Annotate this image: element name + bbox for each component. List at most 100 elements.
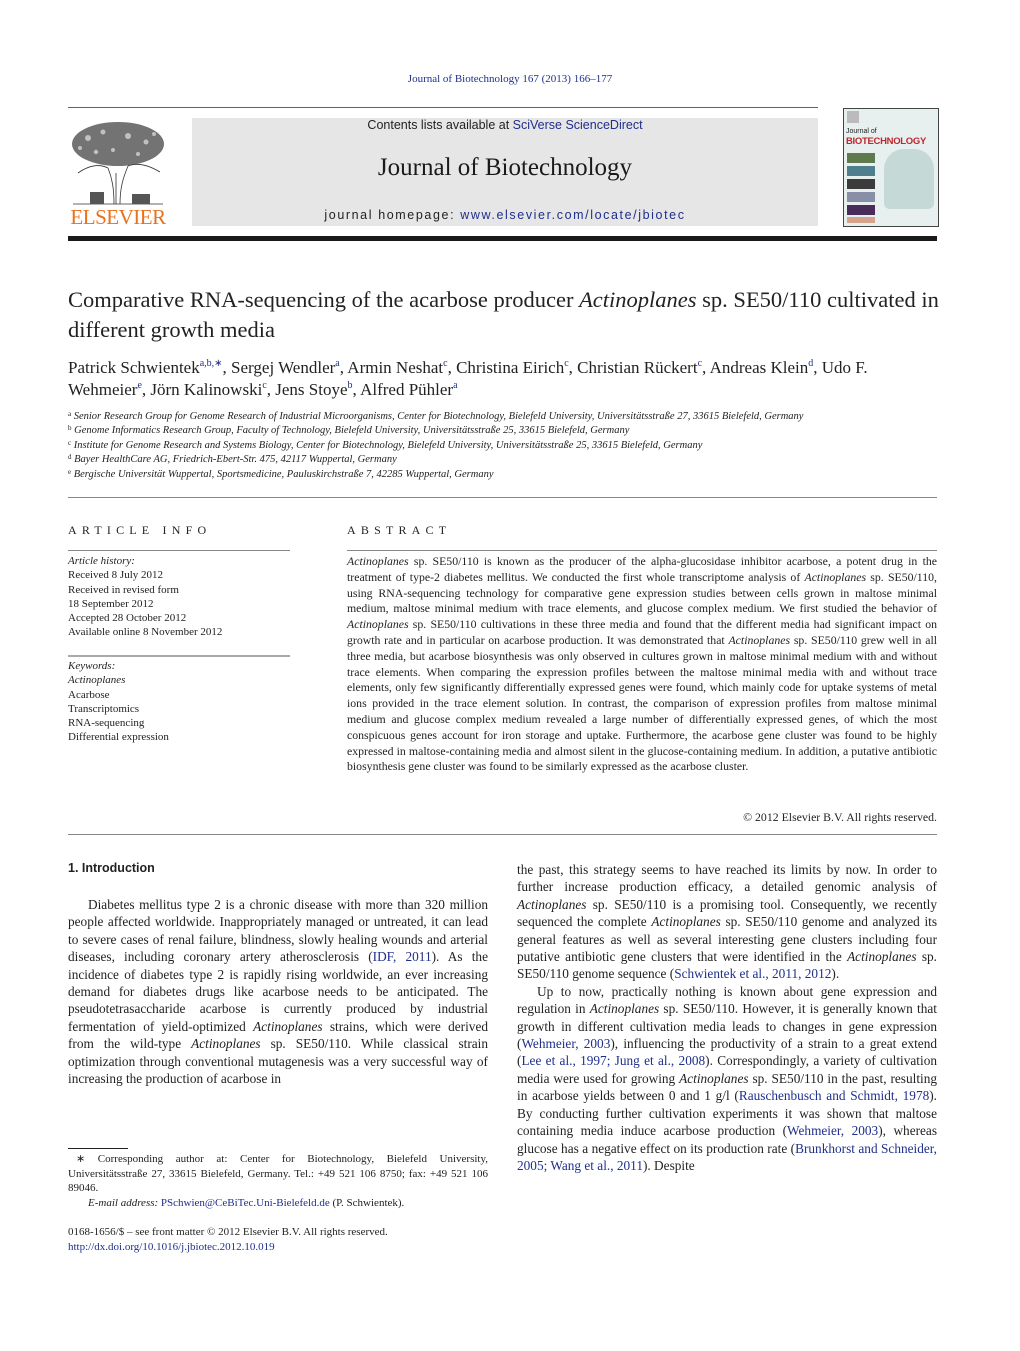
email-label: E-mail address: — [88, 1196, 161, 1209]
header-rule — [68, 236, 937, 241]
affiliation: c Institute for Genome Research and Syst… — [68, 439, 948, 453]
author-name: Patrick Schwientek — [68, 358, 200, 377]
footnote-rule — [68, 1148, 128, 1149]
top-rule — [68, 107, 818, 108]
paragraph: Diabetes mellitus type 2 is a chronic di… — [68, 896, 488, 1087]
history-label: Article history: — [68, 555, 135, 567]
issn-block: 0168-1656/$ – see front matter © 2012 El… — [68, 1225, 488, 1254]
author-name: Christian Rückert — [577, 358, 698, 377]
cover-image-strip — [847, 217, 875, 223]
italic-term: Actinoplanes — [347, 554, 409, 568]
footnote: ∗ Corresponding author at: Center for Bi… — [68, 1152, 488, 1210]
citation-link[interactable]: Schwientek et al., 2011, 2012 — [674, 966, 831, 981]
author-name: Jörn Kalinowski — [150, 380, 263, 399]
history-item: Available online 8 November 2012 — [68, 626, 223, 639]
author-separator: , — [352, 380, 361, 399]
corresponding-author-note: ∗ Corresponding author at: Center for Bi… — [68, 1153, 488, 1194]
affiliation-list: a Senior Research Group for Genome Resea… — [68, 410, 948, 482]
homepage-link[interactable]: www.elsevier.com/locate/jbiotec — [460, 208, 685, 222]
affiliation: d Bayer HealthCare AG, Friedrich-Ebert-S… — [68, 453, 948, 467]
cover-image-strip — [847, 179, 875, 189]
author-list: Patrick Schwienteka,b,∗, Sergej Wendler a… — [68, 357, 948, 401]
keyword: Actinoplanes — [68, 674, 126, 687]
author-separator: , — [222, 358, 232, 377]
cover-image-strip — [847, 192, 875, 202]
author-name: Jens Stoye — [275, 380, 348, 399]
affiliation: a Senior Research Group for Genome Resea… — [68, 410, 948, 424]
text-run: ). — [831, 966, 840, 982]
citation-link[interactable]: Rauschenbusch and Schmidt, 1978 — [739, 1088, 929, 1103]
article-history: Article history: Received 8 July 2012 Rec… — [68, 554, 298, 640]
cover-image-strip — [847, 153, 875, 163]
affiliation-text: Bergische Universität Wuppertal, Sportsm… — [71, 468, 494, 480]
italic-term: Actinoplanes — [679, 1070, 749, 1086]
affiliation-text: Senior Research Group for Genome Researc… — [71, 411, 804, 422]
affiliation-text: Institute for Genome Research and System… — [71, 439, 703, 451]
sciencedirect-link[interactable]: SciVerse ScienceDirect — [513, 118, 643, 132]
history-list: Received 8 July 2012 Received in revised … — [68, 568, 298, 639]
divider — [68, 834, 937, 835]
keyword: Acarbose — [68, 688, 110, 701]
citation-link[interactable]: Lee et al., 1997; Jung et al., 2008 — [521, 1053, 705, 1068]
keyword: Differential expression — [68, 731, 169, 744]
affiliation: b Genome Informatics Research Group, Fac… — [68, 424, 948, 438]
running-head[interactable]: Journal of Biotechnology 167 (2013) 166–… — [0, 73, 1020, 85]
divider — [68, 655, 290, 657]
divider — [68, 497, 937, 498]
email-line: E-mail address: PSchwien@CeBiTec.Uni-Bie… — [68, 1196, 488, 1211]
title-italic: Actinoplanes — [579, 287, 697, 312]
cover-title-big: BIOTECHNOLOGY — [846, 136, 927, 147]
citation-link[interactable]: Wehmeier, 2003 — [521, 1036, 610, 1051]
contents-line: Contents lists available at SciVerse Sci… — [192, 118, 818, 132]
citation-link[interactable]: IDF, 2011 — [373, 949, 432, 964]
journal-cover-thumbnail[interactable]: Journal of BIOTECHNOLOGY — [843, 108, 939, 227]
italic-term: Actinoplanes — [517, 896, 587, 912]
article-title: Comparative RNA-sequencing of the acarbo… — [68, 285, 948, 345]
issn-line: 0168-1656/$ – see front matter © 2012 El… — [68, 1226, 388, 1238]
author-name: Christina Eirich — [456, 358, 565, 377]
keyword-list: Actinoplanes Acarbose Transcriptomics RNA-s… — [68, 673, 298, 744]
doi-link[interactable]: http://dx.doi.org/10.1016/j.jbiotec.2012… — [68, 1240, 488, 1255]
tree-icon — [72, 122, 164, 205]
keyword: RNA-sequencing — [68, 717, 145, 730]
text-run: the past, this strategy seems to have re… — [517, 862, 937, 895]
author-name: Alfred Pühler — [360, 380, 454, 399]
abstract-heading: ABSTRACT — [347, 523, 452, 537]
cover-artwork — [884, 149, 934, 209]
body-column-right: the past, this strategy seems to have re… — [517, 861, 937, 1174]
author-separator: , — [568, 358, 578, 377]
history-item: Accepted 28 October 2012 — [68, 612, 187, 625]
copyright: © 2012 Elsevier B.V. All rights reserved… — [743, 810, 937, 824]
author-separator: , — [813, 358, 822, 377]
title-text: Comparative RNA-sequencing of the acarbo… — [68, 287, 580, 312]
affiliation-marker[interactable]: a — [453, 380, 457, 391]
keywords-label: Keywords: — [68, 660, 116, 672]
author-name: Armin Neshat — [347, 358, 444, 377]
keyword: Transcriptomics — [68, 702, 140, 715]
italic-term: Actinoplanes — [651, 914, 721, 930]
affiliation-marker[interactable]: a,b,∗ — [200, 358, 223, 369]
italic-term: Actinoplanes — [589, 1001, 660, 1017]
author-separator: , — [702, 358, 710, 377]
history-item: Received in revised form — [68, 583, 179, 596]
abstract-body: Actinoplanes sp. SE50/110 is known as th… — [347, 554, 937, 775]
italic-term: Actinoplanes — [728, 632, 791, 647]
elsevier-logo[interactable]: ELSEVIER — [68, 118, 168, 230]
cover-image-strip — [847, 205, 875, 215]
elsevier-wordmark: ELSEVIER — [70, 205, 166, 229]
cover-title-small: Journal of — [846, 128, 877, 135]
section-heading-introduction: 1. Introduction — [68, 861, 155, 875]
homepage-prefix: journal homepage: — [324, 208, 461, 222]
citation-link[interactable]: Wehmeier, 2003 — [787, 1123, 878, 1138]
masthead-banner: Contents lists available at SciVerse Sci… — [192, 118, 818, 226]
affiliation-text: Bayer HealthCare AG, Friedrich-Ebert-Str… — [71, 454, 397, 466]
author-name: Andreas Klein — [709, 358, 809, 377]
email-link[interactable]: PSchwien@CeBiTec.Uni-Bielefeld.de — [161, 1197, 330, 1209]
affiliation-text: Genome Informatics Research Group, Facul… — [71, 425, 630, 437]
email-suffix: (P. Schwientek). — [329, 1196, 405, 1209]
author-separator: , — [266, 380, 276, 399]
author-name: Sergej Wendler — [231, 358, 336, 377]
body-column-left: Diabetes mellitus type 2 is a chronic di… — [68, 896, 488, 1087]
italic-term: Actinoplanes — [253, 1018, 323, 1034]
history-item: 18 September 2012 — [68, 597, 154, 610]
